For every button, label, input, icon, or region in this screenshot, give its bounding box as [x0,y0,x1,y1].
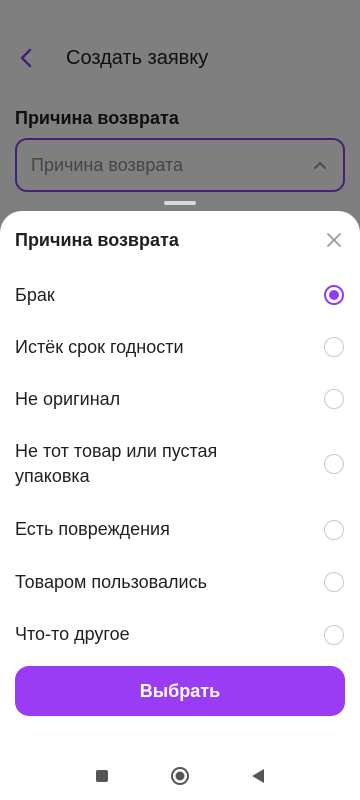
radio-selected-icon[interactable] [324,285,344,305]
recents-icon [96,770,108,782]
radio-icon[interactable] [324,454,344,474]
back-triangle-icon [252,769,264,783]
reason-option[interactable]: Истёк срок годности [0,321,360,373]
recents-button[interactable] [82,756,122,796]
reason-bottom-sheet: Причина возврата Брак Истёк срок годност… [0,211,360,800]
radio-icon[interactable] [324,624,344,645]
sheet-drag-handle[interactable] [164,201,196,205]
reason-option-label: Не оригинал [15,388,121,409]
reason-option[interactable]: Есть повреждения [0,503,360,556]
home-button[interactable] [160,756,200,796]
reason-option-label: Что-то другое [15,624,130,644]
reason-option[interactable]: Брак [0,269,360,321]
radio-icon[interactable] [324,572,344,592]
close-icon [327,233,341,247]
sheet-title: Причина возврата [15,229,179,250]
reason-option-label: Товаром пользовались [15,571,207,592]
select-button[interactable]: Выбрать [15,666,345,716]
home-icon [171,767,189,785]
reason-option[interactable]: Что-то другое [0,608,360,661]
reason-option[interactable]: Товаром пользовались [0,556,360,608]
reason-option-label: Не тот товар или пустая упаковка [15,441,218,486]
reason-option-label: Брак [15,284,55,305]
reason-option[interactable]: Не тот товар или пустая упаковка [0,425,360,503]
radio-icon[interactable] [324,519,344,540]
radio-icon[interactable] [324,389,344,409]
reason-option[interactable]: Не оригинал [0,373,360,425]
back-nav-button[interactable] [238,756,278,796]
sheet-header: Причина возврата [0,211,360,269]
close-button[interactable] [324,230,344,250]
reason-option-label: Есть повреждения [15,519,170,539]
radio-icon[interactable] [324,337,344,357]
reason-option-label: Истёк срок годности [15,336,184,357]
system-navigation-bar [0,752,360,800]
